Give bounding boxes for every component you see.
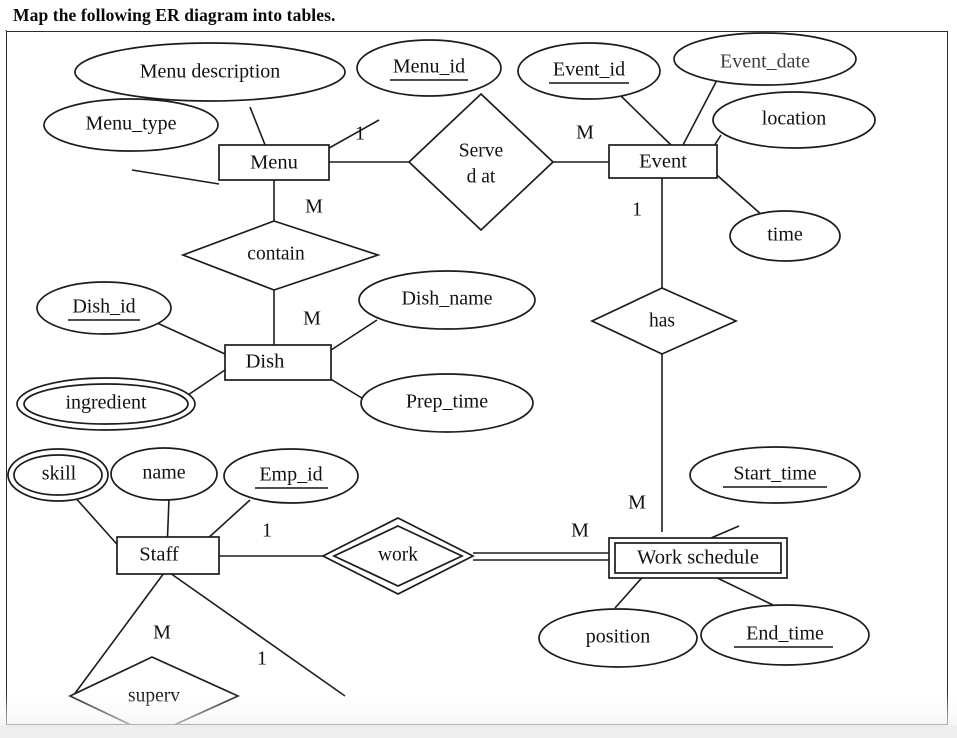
attribute-menu-description-label: Menu description [140,61,281,83]
attribute-ingredient-label: ingredient [65,392,147,414]
cardinality-staff-superv-1: 1 [257,648,267,670]
connector-event-date [682,79,718,146]
entity-dish-label: Dish [246,351,285,373]
question-header: Map the following ER diagram into tables… [0,0,957,30]
attribute-skill[interactable]: skill [7,448,109,502]
attribute-location-label: location [762,108,826,130]
attribute-name[interactable]: name [110,447,218,501]
attribute-ingredient[interactable]: ingredient [16,377,196,431]
attribute-event-date[interactable]: Event_date [673,32,857,86]
connector-ingredient [184,369,226,398]
page-root: Map the following ER diagram into tables… [0,0,957,738]
attribute-menu-id[interactable]: Menu_id [356,39,502,97]
entity-dish[interactable]: Dish [224,344,332,381]
attribute-position[interactable]: position [538,608,698,668]
attribute-start-time[interactable]: Start_time [689,446,861,504]
attribute-menu-id-label: Menu_id [393,56,465,78]
relationship-work-label: work [378,544,418,565]
connector-event-id [619,94,672,146]
attribute-prep-time-label: Prep_time [406,391,488,413]
cardinality-event-served-at: M [576,122,594,144]
bottom-strip [0,725,957,738]
attribute-menu-type-label: Menu_type [85,113,176,135]
relationship-served-at-diamond[interactable] [407,92,555,232]
attribute-time[interactable]: time [729,210,841,262]
attribute-time-label: time [767,224,803,246]
entity-work-schedule-label: Work schedule [637,547,759,569]
entity-staff-label: Staff [139,544,179,566]
attribute-end-time-label: End_time [746,623,824,645]
attribute-position-label: position [586,626,650,648]
cardinality-event-has: 1 [632,199,642,221]
cardinality-workschedule-work: M [571,520,589,542]
question-text: Map the following ER diagram into tables… [13,4,336,25]
entity-staff[interactable]: Staff [116,536,220,575]
er-diagram-frame: Menu Menu description Menu_id Menu_type … [6,31,948,725]
relationship-contain-label: contain [247,243,305,264]
cardinality-dish-contain: M [303,308,321,330]
relationship-work[interactable]: work [321,517,475,595]
relationship-served-at-label-line1: Serve [459,140,503,161]
cardinality-workschedule-has: M [628,492,646,514]
attribute-menu-type[interactable]: Menu_type [43,98,219,152]
cardinality-staff-work: 1 [262,520,272,542]
attribute-event-date-label: Event_date [720,51,810,73]
relationship-has-label: has [649,310,675,331]
attribute-dish-name[interactable]: Dish_name [358,270,536,330]
attribute-start-time-label: Start_time [733,463,816,485]
entity-menu[interactable]: Menu [218,144,330,181]
attribute-dish-id-label: Dish_id [72,296,135,318]
attribute-event-id[interactable]: Event_id [517,42,661,100]
entity-work-schedule[interactable]: Work schedule [608,537,788,579]
entity-event[interactable]: Event [608,144,718,179]
relationship-served-at[interactable]: Serve d at [407,92,555,232]
connector-menu-type [131,169,220,185]
attribute-emp-id-label: Emp_id [259,464,322,486]
attribute-dish-name-label: Dish_name [401,288,492,310]
attribute-name-label: name [142,462,185,484]
attribute-prep-time[interactable]: Prep_time [360,373,534,433]
attribute-location[interactable]: location [712,91,876,149]
connector-dish-id [154,321,226,355]
relationship-has[interactable]: has [590,287,739,355]
cardinality-menu-contain: M [305,196,323,218]
connector-skill [72,494,124,552]
cardinality-staff-superv-m: M [153,622,171,644]
entity-event-label: Event [639,151,687,173]
er-diagram-canvas: Menu Menu description Menu_id Menu_type … [7,32,876,724]
relationship-contain[interactable]: contain [180,220,381,291]
connector-dish-name [324,319,378,355]
attribute-event-id-label: Event_id [553,59,625,81]
attribute-end-time[interactable]: End_time [700,604,870,666]
attribute-emp-id[interactable]: Emp_id [223,448,359,504]
attribute-skill-label: skill [42,463,77,485]
cardinality-menu-served-at: 1 [355,123,365,145]
relationship-served-at-label-line2: d at [467,166,496,187]
attribute-menu-description[interactable]: Menu description [74,42,346,102]
entity-menu-label: Menu [250,152,298,174]
relationship-superv-label: superv [128,685,180,706]
attribute-dish-id[interactable]: Dish_id [36,281,172,335]
